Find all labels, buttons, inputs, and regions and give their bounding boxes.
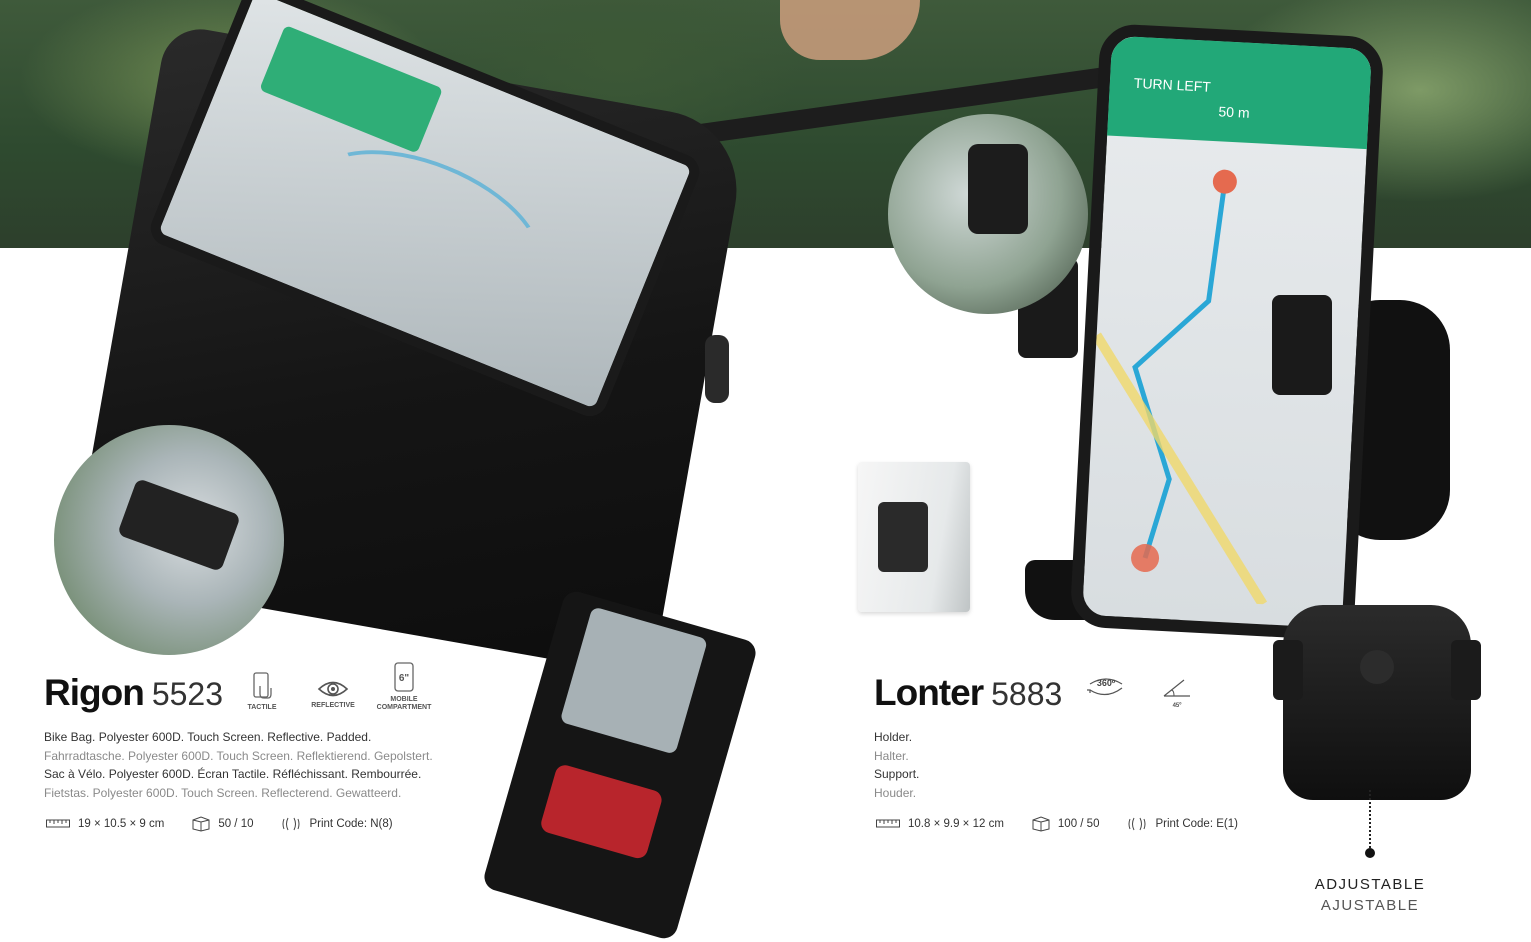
desc-fr: Sac à Vélo. Polyester 600D. Écran Tactil… bbox=[44, 767, 422, 781]
adjustable-label-fr: AJUSTABLE bbox=[1320, 897, 1420, 914]
product-name: Rigon bbox=[44, 672, 145, 713]
feature-label: COMPARTMENT bbox=[376, 704, 432, 711]
desc-en: Holder. bbox=[874, 730, 913, 744]
distance-text: 50 m bbox=[1218, 103, 1251, 121]
product-specs: 10.8 × 9.9 × 12 cm 100 / 50 Print Code: … bbox=[876, 816, 1266, 832]
desc-nl: Fietstas. Polyester 600D. Touch Screen. … bbox=[44, 785, 402, 800]
product-code: 5523 bbox=[151, 676, 223, 712]
phone-6in-icon: 6" bbox=[394, 662, 414, 692]
feature-mobile-compartment: 6" MOBILE COMPARTMENT bbox=[372, 662, 436, 712]
zipper-pull bbox=[705, 335, 729, 403]
print-icon bbox=[1128, 817, 1146, 831]
eye-icon bbox=[317, 681, 349, 697]
desc-fr: Support. bbox=[874, 767, 920, 781]
box-icon bbox=[192, 816, 210, 832]
holder-detail-photo bbox=[888, 114, 1088, 314]
callout-line bbox=[1369, 790, 1371, 848]
product-code: 5883 bbox=[991, 676, 1063, 712]
product-specs: 19 × 10.5 × 9 cm 50 / 10 Print Code: N(8… bbox=[46, 816, 421, 832]
right-clamp bbox=[1272, 295, 1332, 395]
feature-rotation: 360º bbox=[1083, 674, 1129, 702]
desc-en: Bike Bag. Polyester 600D. Touch Screen. … bbox=[44, 730, 372, 744]
spec-size: 10.8 × 9.9 × 12 cm bbox=[876, 818, 1004, 830]
spec-size: 19 × 10.5 × 9 cm bbox=[46, 818, 164, 830]
touchscreen-icon bbox=[253, 672, 272, 699]
feature-label: 45º bbox=[1172, 703, 1182, 709]
spec-print-code: Print Code: E(1) bbox=[1127, 816, 1238, 832]
spec-packing: 50 / 10 bbox=[192, 816, 253, 832]
callout-dot bbox=[1365, 848, 1375, 858]
product-description: Bike Bag. Polyester 600D. Touch Screen. … bbox=[44, 728, 433, 802]
spec-packing: 100 / 50 bbox=[1032, 816, 1099, 832]
feature-label: REFLECTIVE bbox=[311, 702, 355, 709]
feature-angle: 45º bbox=[1160, 676, 1194, 710]
rotate-360-icon: 360º bbox=[1087, 678, 1123, 696]
desc-de: Halter. bbox=[874, 748, 909, 763]
ruler-icon bbox=[876, 819, 900, 828]
product-box-image bbox=[858, 462, 970, 612]
feature-tactile: TACTILE bbox=[244, 672, 280, 712]
icon-text: 6" bbox=[399, 673, 410, 684]
spec-print-code: Print Code: N(8) bbox=[281, 816, 393, 832]
box-icon bbox=[1032, 816, 1050, 832]
feature-label: MOBILE bbox=[390, 696, 418, 703]
adjustable-label: ADJUSTABLE bbox=[1314, 876, 1426, 893]
product-name: Lonter bbox=[874, 672, 984, 713]
product-title-rigon: Rigon 5523 bbox=[44, 672, 223, 714]
feature-label: TACTILE bbox=[247, 704, 277, 711]
ruler-icon bbox=[46, 819, 70, 828]
feature-label: 360º bbox=[1097, 678, 1116, 688]
desc-nl: Houder. bbox=[874, 785, 917, 800]
product-description: Holder. Halter. Support. Houder. bbox=[874, 728, 919, 802]
turn-text: TURN LEFT bbox=[1133, 74, 1212, 95]
bag-detail-photo bbox=[54, 425, 284, 655]
feature-reflective: REFLECTIVE bbox=[306, 678, 360, 710]
angle-45-icon bbox=[1163, 679, 1190, 697]
holder-phone-image: TURN LEFT 50 m bbox=[1069, 22, 1385, 642]
product-title-lonter: Lonter 5883 bbox=[874, 672, 1062, 714]
desc-de: Fahrradtasche. Polyester 600D. Touch Scr… bbox=[44, 748, 433, 763]
print-icon bbox=[282, 817, 300, 831]
adjustable-holder-image bbox=[1273, 605, 1481, 800]
